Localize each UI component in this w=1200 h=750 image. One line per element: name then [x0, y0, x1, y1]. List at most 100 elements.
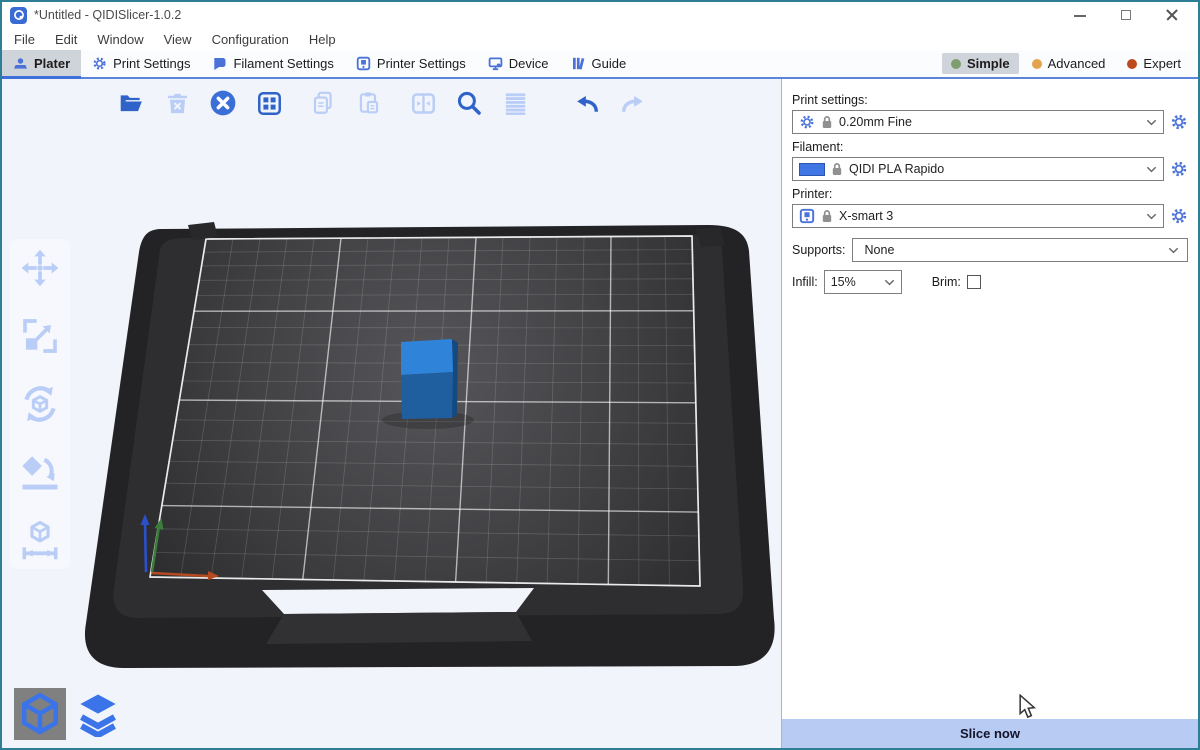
printer-icon	[356, 56, 371, 71]
slice-now-button[interactable]: Slice now	[782, 719, 1198, 748]
mode-expert[interactable]: Expert	[1118, 53, 1190, 74]
mode-label: Expert	[1143, 56, 1181, 71]
measure-button[interactable]	[17, 517, 63, 563]
view-toolbar	[14, 688, 124, 740]
scale-button[interactable]	[17, 313, 63, 359]
menu-configuration[interactable]: Configuration	[202, 30, 299, 49]
layers-preview-icon	[75, 691, 121, 737]
printer-label: Printer:	[792, 187, 1188, 201]
lock-icon	[821, 115, 833, 129]
undo-button[interactable]	[568, 84, 606, 122]
infill-label: Infill:	[792, 275, 818, 289]
gear-icon	[799, 114, 815, 130]
open-button[interactable]	[112, 84, 150, 122]
place-on-face-icon	[19, 451, 61, 493]
delete-button[interactable]	[158, 84, 196, 122]
menu-window[interactable]: Window	[87, 30, 153, 49]
menu-view[interactable]: View	[154, 30, 202, 49]
place-on-face-button[interactable]	[17, 449, 63, 495]
menu-file[interactable]: File	[4, 30, 45, 49]
model-cube[interactable]	[401, 339, 458, 419]
bed-handle-slot	[262, 588, 534, 614]
redo-icon	[619, 89, 647, 117]
tab-plater[interactable]: Plater	[2, 50, 81, 77]
edit-printer-button[interactable]	[1170, 207, 1188, 225]
infill-value: 15%	[831, 275, 884, 289]
filament-label: Filament:	[792, 140, 1188, 154]
edit-print-settings-button[interactable]	[1170, 113, 1188, 131]
redo-button[interactable]	[614, 84, 652, 122]
tab-device[interactable]: Device	[477, 50, 560, 77]
menu-edit[interactable]: Edit	[45, 30, 87, 49]
delete-all-button[interactable]	[204, 84, 242, 122]
variable-layer-height-button[interactable]	[496, 84, 534, 122]
filament-value: QIDI PLA Rapido	[849, 162, 1140, 176]
supports-value: None	[865, 243, 1168, 257]
tab-filament-settings[interactable]: Filament Settings	[201, 50, 344, 77]
tab-bar: Plater Print Settings Filament Settings …	[2, 50, 1198, 79]
mode-simple[interactable]: Simple	[942, 53, 1019, 74]
tab-label: Printer Settings	[377, 56, 466, 71]
plater-toolbar	[112, 84, 652, 122]
brim-label: Brim:	[932, 275, 961, 289]
tab-printer-settings[interactable]: Printer Settings	[345, 50, 477, 77]
print-settings-value: 0.20mm Fine	[839, 115, 1140, 129]
advanced-dot-icon	[1032, 59, 1042, 69]
tab-label: Filament Settings	[233, 56, 333, 71]
mode-advanced[interactable]: Advanced	[1023, 53, 1115, 74]
bed-clip-right	[696, 227, 725, 247]
rotate-button[interactable]	[17, 381, 63, 427]
filament-dropdown[interactable]: QIDI PLA Rapido	[792, 157, 1164, 181]
3d-editor-view-button[interactable]	[14, 688, 66, 740]
copy-icon	[310, 90, 336, 116]
mode-label: Simple	[967, 56, 1010, 71]
bed-handle-bar	[266, 612, 532, 644]
3d-viewport[interactable]	[2, 79, 781, 748]
chevron-down-icon	[884, 279, 895, 286]
print-settings-label: Print settings:	[792, 93, 1188, 107]
mouse-cursor	[1018, 694, 1037, 720]
print-settings-dropdown[interactable]: 0.20mm Fine	[792, 110, 1164, 134]
guide-icon	[571, 56, 586, 71]
infill-dropdown[interactable]: 15%	[824, 270, 902, 294]
undo-icon	[573, 89, 601, 117]
mode-label: Advanced	[1048, 56, 1106, 71]
supports-label: Supports:	[792, 243, 846, 257]
lock-icon	[821, 209, 833, 223]
menu-help[interactable]: Help	[299, 30, 346, 49]
paste-button[interactable]	[350, 84, 388, 122]
chevron-down-icon	[1146, 119, 1157, 126]
minimize-icon[interactable]	[1074, 9, 1086, 21]
chevron-down-icon	[1146, 213, 1157, 220]
search-icon	[455, 89, 483, 117]
copy-button[interactable]	[304, 84, 342, 122]
tab-guide[interactable]: Guide	[560, 50, 638, 77]
menu-bar: File Edit Window View Configuration Help	[2, 28, 1198, 50]
print-bed-scene	[2, 79, 781, 748]
simple-dot-icon	[951, 59, 961, 69]
bed-clip-left	[188, 222, 218, 240]
close-icon[interactable]	[1166, 9, 1178, 21]
app-logo-icon	[10, 7, 27, 24]
printer-dropdown[interactable]: X-smart 3	[792, 204, 1164, 228]
preview-button[interactable]	[72, 688, 124, 740]
split-to-objects-button[interactable]	[404, 84, 442, 122]
expert-dot-icon	[1127, 59, 1137, 69]
move-icon	[20, 248, 60, 288]
move-button[interactable]	[17, 245, 63, 291]
tab-label: Guide	[592, 56, 627, 71]
gear-icon	[1170, 160, 1188, 178]
edit-filament-button[interactable]	[1170, 160, 1188, 178]
arrange-button[interactable]	[250, 84, 288, 122]
chevron-down-icon	[1146, 166, 1157, 173]
filament-color-swatch	[799, 163, 825, 176]
3d-view-cube-icon	[18, 692, 62, 736]
lock-icon	[831, 162, 843, 176]
supports-dropdown[interactable]: None	[852, 238, 1188, 262]
plater-icon	[13, 56, 28, 71]
layers-list-icon	[502, 90, 529, 117]
brim-checkbox[interactable]	[967, 275, 981, 289]
search-button[interactable]	[450, 84, 488, 122]
tab-print-settings[interactable]: Print Settings	[81, 50, 201, 77]
maximize-icon[interactable]	[1120, 9, 1132, 21]
